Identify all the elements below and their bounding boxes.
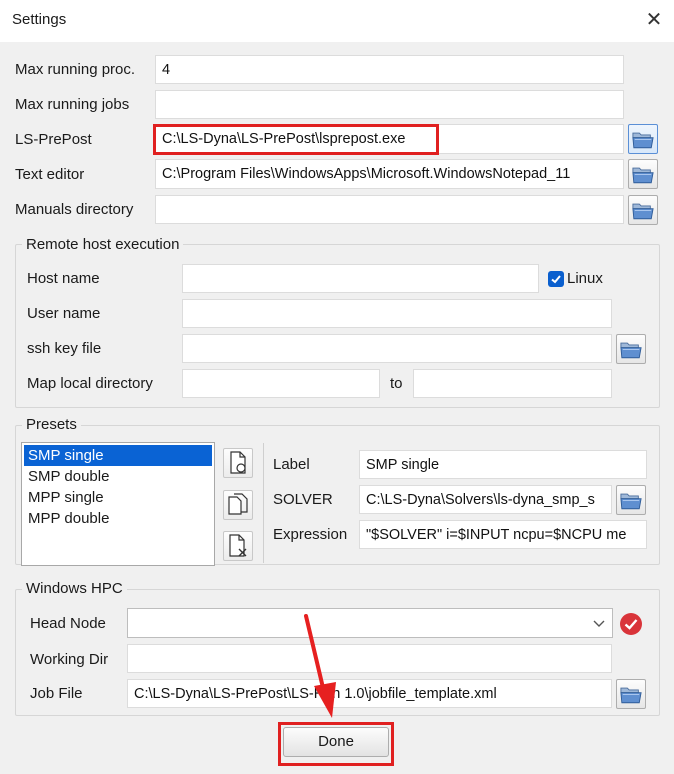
annotation-arrow bbox=[304, 614, 336, 718]
ssh-key-file-label: ssh key file bbox=[27, 340, 102, 357]
host-name-input[interactable] bbox=[182, 264, 539, 293]
text-editor-label: Text editor bbox=[15, 166, 85, 183]
list-item[interactable]: SMP single bbox=[24, 445, 212, 466]
windows-hpc-title: Windows HPC bbox=[22, 580, 127, 598]
max-running-jobs-label: Max running jobs bbox=[15, 96, 130, 113]
delete-document-icon bbox=[229, 534, 247, 557]
new-preset-button[interactable] bbox=[223, 448, 253, 478]
delete-preset-button[interactable] bbox=[223, 531, 253, 561]
preset-expression-input[interactable] bbox=[359, 520, 647, 549]
preset-solver-label: SOLVER bbox=[273, 491, 333, 508]
manuals-directory-label: Manuals directory bbox=[15, 201, 134, 218]
working-dir-input[interactable] bbox=[127, 644, 612, 673]
map-remote-directory-input[interactable] bbox=[413, 369, 612, 398]
ls-prepost-label: LS-PrePost bbox=[15, 131, 92, 148]
head-node-combobox[interactable] bbox=[127, 608, 613, 638]
ssh-key-file-input[interactable] bbox=[182, 334, 612, 363]
preset-label-input[interactable] bbox=[359, 450, 647, 479]
map-local-directory-label: Map local directory bbox=[27, 375, 153, 392]
text-editor-browse-button[interactable] bbox=[628, 159, 658, 189]
preset-solver-browse-button[interactable] bbox=[616, 485, 646, 515]
window-title: Settings bbox=[12, 11, 67, 28]
user-name-input[interactable] bbox=[182, 299, 612, 328]
folder-open-icon bbox=[620, 685, 642, 704]
list-item[interactable]: MPP single bbox=[24, 487, 212, 508]
ssh-key-file-browse-button[interactable] bbox=[616, 334, 646, 364]
folder-open-icon bbox=[620, 491, 642, 510]
max-running-proc-label: Max running proc. bbox=[15, 61, 136, 78]
preset-solver-input[interactable] bbox=[359, 485, 612, 514]
map-local-directory-input[interactable] bbox=[182, 369, 380, 398]
host-name-label: Host name bbox=[27, 270, 100, 287]
checkmark-icon bbox=[551, 275, 561, 284]
job-file-browse-button[interactable] bbox=[616, 679, 646, 709]
map-to-label: to bbox=[390, 375, 403, 392]
folder-open-icon bbox=[620, 340, 642, 359]
new-document-icon bbox=[228, 451, 246, 475]
ls-prepost-browse-button[interactable] bbox=[628, 124, 658, 154]
presets-divider bbox=[263, 443, 264, 563]
list-item[interactable]: SMP double bbox=[24, 466, 212, 487]
max-running-jobs-input[interactable] bbox=[155, 90, 624, 119]
folder-open-icon bbox=[632, 201, 654, 220]
title-bar bbox=[0, 0, 674, 42]
done-button[interactable]: Done bbox=[283, 727, 389, 757]
close-icon[interactable]: ✕ bbox=[644, 8, 664, 32]
ls-prepost-highlight bbox=[153, 124, 439, 155]
check-circle-icon bbox=[620, 613, 642, 635]
text-editor-input[interactable] bbox=[155, 159, 624, 189]
folder-open-icon bbox=[632, 130, 654, 149]
manuals-directory-input[interactable] bbox=[155, 195, 624, 224]
chevron-down-icon bbox=[593, 620, 605, 627]
linux-label: Linux bbox=[567, 270, 603, 287]
job-file-label: Job File bbox=[30, 685, 83, 702]
folder-open-icon bbox=[632, 165, 654, 184]
job-file-input[interactable] bbox=[127, 679, 612, 708]
list-item[interactable]: MPP double bbox=[24, 508, 212, 529]
manuals-directory-browse-button[interactable] bbox=[628, 195, 658, 225]
remote-host-title: Remote host execution bbox=[22, 236, 184, 254]
max-running-proc-input[interactable] bbox=[155, 55, 624, 84]
copy-document-icon bbox=[228, 493, 248, 515]
copy-preset-button[interactable] bbox=[223, 490, 253, 520]
preset-label-label: Label bbox=[273, 456, 310, 473]
user-name-label: User name bbox=[27, 305, 101, 322]
working-dir-label: Working Dir bbox=[30, 651, 109, 668]
presets-title: Presets bbox=[22, 416, 81, 434]
preset-expression-label: Expression bbox=[273, 526, 348, 543]
presets-list[interactable]: SMP single SMP double MPP single MPP dou… bbox=[21, 442, 215, 566]
linux-checkbox[interactable] bbox=[548, 271, 564, 287]
head-node-label: Head Node bbox=[30, 615, 106, 632]
